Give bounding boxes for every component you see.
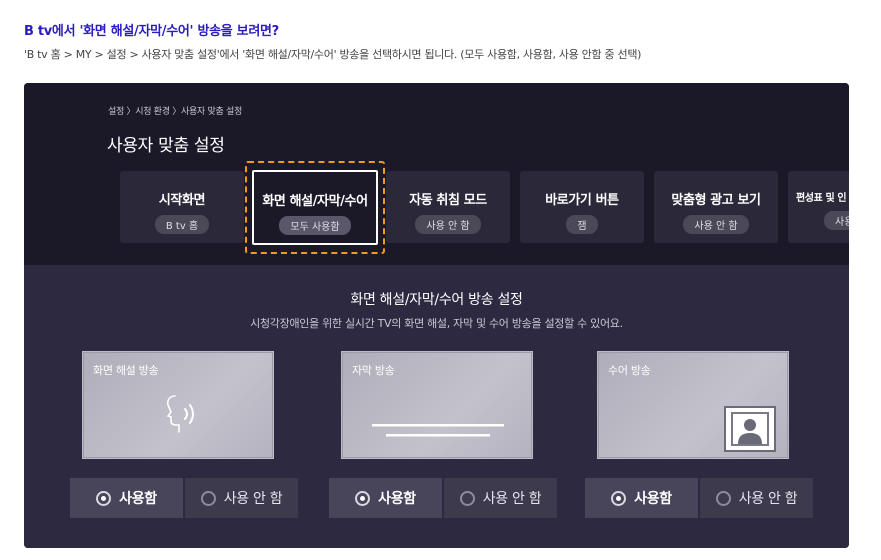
- menu-tile-value: 모두 사용함: [279, 216, 351, 235]
- radio-unchecked-icon: [459, 490, 475, 506]
- menu-tile-description-caption-sign[interactable]: 화면 해설/자막/수어 모두 사용함: [252, 170, 378, 245]
- speaking-head-icon: [166, 395, 194, 433]
- option-label: 사용 안 함: [482, 491, 542, 507]
- menu-tile-label: 시작화면: [158, 193, 206, 208]
- radio-unchecked-icon: [200, 490, 216, 506]
- card-sign-language: 수어 방송: [597, 351, 789, 459]
- tv-screenshot: 설정 〉시청 환경 〉사용자 맞춤 설정 사용자 맞춤 설정 시작화면 B tv…: [24, 83, 849, 548]
- menu-tile-label: 맞춤형 광고 보기: [671, 193, 761, 208]
- menu-tile-custom-ads[interactable]: 맞춤형 광고 보기 사용 안 함: [654, 171, 778, 243]
- radio-group-audio-description: 사용함 사용 안 함: [70, 478, 298, 518]
- menu-tile-label: 화면 해설/자막/수어: [262, 194, 368, 209]
- option-label: 사용함: [119, 491, 157, 507]
- menu-tile-label: 바로가기 버튼: [545, 193, 619, 208]
- option-not-use[interactable]: 사용 안 함: [185, 478, 298, 518]
- subtitle-lines-icon: [372, 424, 504, 437]
- menu-tile-shortcut-button[interactable]: 바로가기 버튼 잼: [520, 171, 644, 243]
- radio-checked-icon: [96, 490, 112, 506]
- card-label: 자막 방송: [352, 364, 395, 377]
- card-audio-description: 화면 해설 방송: [82, 351, 274, 459]
- radio-unchecked-icon: [715, 490, 731, 506]
- menu-tile-value: B tv 홈: [154, 215, 210, 234]
- menu-tile-value: 잼: [566, 215, 598, 234]
- menu-tile-schedule[interactable]: 편성표 및 인 사용: [788, 171, 849, 243]
- page-title: 사용자 맞춤 설정: [107, 136, 225, 156]
- radio-group-caption: 사용함 사용 안 함: [329, 478, 557, 518]
- menu-tile-value: 사용 안 함: [683, 215, 749, 234]
- radio-checked-icon: [611, 490, 627, 506]
- option-label: 사용함: [634, 491, 672, 507]
- option-label: 사용 안 함: [223, 491, 283, 507]
- sign-language-person-icon: [724, 406, 776, 452]
- menu-tile-start-screen[interactable]: 시작화면 B tv 홈: [120, 171, 244, 243]
- option-label: 사용함: [378, 491, 416, 507]
- option-label: 사용 안 함: [738, 491, 798, 507]
- menu-tile-auto-sleep[interactable]: 자동 취침 모드 사용 안 함: [386, 171, 510, 243]
- card-label: 화면 해설 방송: [93, 364, 159, 377]
- card-caption: 자막 방송: [341, 351, 533, 459]
- menu-tile-label: 편성표 및 인: [796, 193, 847, 204]
- article-subtext: 'B tv 홈 > MY > 설정 > 사용자 맞춤 설정'에서 '화면 해설/…: [24, 48, 642, 61]
- card-label: 수어 방송: [608, 364, 651, 377]
- option-use[interactable]: 사용함: [329, 478, 442, 518]
- option-use[interactable]: 사용함: [70, 478, 183, 518]
- section-description: 시청각장애인을 위한 실시간 TV의 화면 해설, 자막 및 수어 방송을 설정…: [250, 317, 623, 330]
- article-heading: B tv에서 '화면 해설/자막/수어' 방송을 보려면?: [24, 24, 279, 39]
- radio-checked-icon: [355, 490, 371, 506]
- option-not-use[interactable]: 사용 안 함: [444, 478, 557, 518]
- breadcrumb: 설정 〉시청 환경 〉사용자 맞춤 설정: [108, 107, 242, 117]
- option-use[interactable]: 사용함: [585, 478, 698, 518]
- menu-tile-label: 자동 취침 모드: [409, 193, 487, 208]
- menu-tile-value: 사용 안 함: [415, 215, 481, 234]
- section-title: 화면 해설/자막/수어 방송 설정: [350, 292, 523, 308]
- radio-group-sign-language: 사용함 사용 안 함: [585, 478, 813, 518]
- menu-tile-value: 사용: [824, 211, 849, 230]
- option-not-use[interactable]: 사용 안 함: [700, 478, 813, 518]
